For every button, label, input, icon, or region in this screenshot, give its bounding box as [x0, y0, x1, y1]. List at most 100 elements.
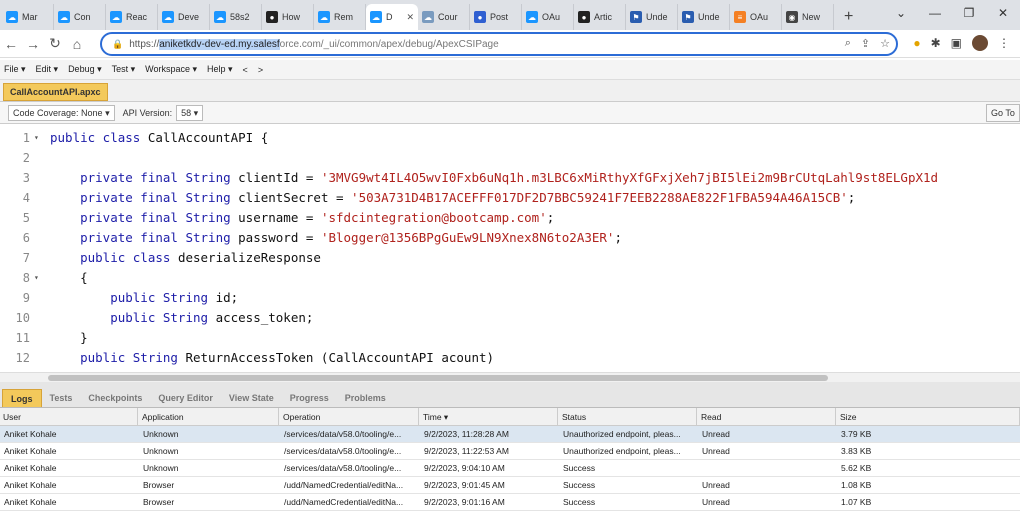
code-token: 'sfdcintegration@bootcamp.com' — [320, 210, 547, 225]
share-icon[interactable]: ⇪ — [861, 37, 870, 50]
code-text: private final String clientId = '3MVG9wt… — [50, 168, 938, 188]
browser-tab[interactable]: ☁ Cour — [418, 4, 470, 30]
bookmark-star-icon[interactable]: ☆ — [880, 37, 890, 50]
reload-icon[interactable]: ↻ — [44, 35, 66, 52]
menu-item[interactable]: Debug ▾ — [68, 64, 102, 75]
panel-tab[interactable]: Checkpoints — [80, 389, 150, 407]
column-header[interactable]: Time ▾ — [420, 408, 558, 426]
table-row[interactable]: Aniket Kohale Unknown/services/data/v58.0… — [0, 460, 1020, 477]
browser-tab[interactable]: ☁ Con — [54, 4, 106, 30]
menu-item[interactable]: File ▾ — [4, 64, 26, 75]
table-cell: Browser — [143, 480, 175, 490]
code-token: '503A731D4B17ACEFFF017DF2D7BBC59241F7EEB… — [351, 190, 848, 205]
panel-tab[interactable]: Progress — [282, 389, 337, 407]
browser-tab[interactable]: ⚑ Unde — [626, 4, 678, 30]
panel-tab[interactable]: Query Editor — [150, 389, 221, 407]
code-coverage-select[interactable]: Code Coverage: None ▾ — [8, 104, 115, 121]
table-row[interactable]: Aniket Kohale Unknown/services/data/v58.0… — [0, 426, 1020, 443]
code-editor[interactable]: 1 ▾ public class CallAccountAPI {2 3 privat… — [0, 124, 1020, 372]
browser-tab[interactable]: ☁ Mar — [2, 4, 54, 30]
browser-tab[interactable]: ● How — [262, 4, 314, 30]
code-line: 1 ▾ public class CallAccountAPI { — [0, 128, 1020, 148]
code-line: 11 } — [0, 328, 1020, 348]
browser-tab[interactable]: ● Post — [470, 4, 522, 30]
extension-bulb-icon[interactable]: ● — [913, 36, 920, 50]
table-cell: /services/data/v58.0/tooling/e... — [284, 463, 402, 473]
code-text: private final String clientSecret = '503… — [50, 188, 855, 208]
forward-icon[interactable]: → — [22, 36, 44, 52]
code-line: 2 — [0, 148, 1020, 168]
code-token: public class — [50, 130, 148, 145]
menu-item[interactable]: Help ▾ — [207, 64, 233, 75]
fold-toggle-icon[interactable]: ▾ — [34, 128, 39, 148]
browser-tab[interactable]: ⚑ Unde — [678, 4, 730, 30]
minimize-button[interactable]: — — [918, 0, 952, 26]
code-text: private final String password = 'Blogger… — [50, 228, 622, 248]
table-cell: Unknown — [143, 446, 179, 456]
api-version-select[interactable]: 58 ▾ — [176, 104, 204, 121]
table-cell: Aniket Kohale — [4, 446, 57, 456]
url-input[interactable]: 🔒 https://aniketkdv-dev-ed.my.salesf orce… — [100, 32, 898, 56]
browser-tab[interactable]: ● Artic — [574, 4, 626, 30]
column-header[interactable]: User — [0, 408, 138, 426]
extensions-puzzle-icon[interactable]: ✱ — [931, 36, 941, 50]
panel-tab[interactable]: Tests — [42, 389, 81, 407]
column-header[interactable]: Status — [559, 408, 697, 426]
browser-tab[interactable]: ☁ Deve — [158, 4, 210, 30]
code-text: public String access_token; — [50, 308, 313, 328]
column-header[interactable]: Read — [698, 408, 836, 426]
panel-tab[interactable]: View State — [221, 389, 282, 407]
file-tab-callaccountapi[interactable]: CallAccountAPI.apxc — [3, 83, 108, 101]
menu-item[interactable]: Edit ▾ — [36, 64, 59, 75]
code-token: ; — [847, 190, 856, 205]
side-panel-icon[interactable]: ▣ — [951, 36, 962, 50]
back-icon[interactable]: ← — [0, 36, 22, 52]
browser-tab[interactable]: ☁ Reac — [106, 4, 158, 30]
line-number: 12 — [15, 351, 30, 365]
code-line: 4 private final String clientSecret = '5… — [0, 188, 1020, 208]
scrollbar-thumb[interactable] — [48, 375, 828, 381]
panel-tab[interactable]: Problems — [337, 389, 394, 407]
table-cell: Success — [563, 497, 596, 507]
table-cell: Success — [563, 463, 596, 473]
table-row[interactable]: Aniket Kohale Browser/udd/NamedCredential… — [0, 477, 1020, 494]
browser-tab[interactable]: ☁ OAu — [522, 4, 574, 30]
line-number: 5 — [22, 211, 30, 225]
code-line: 3 private final String clientId = '3MVG9… — [0, 168, 1020, 188]
column-header[interactable]: Application — [139, 408, 279, 426]
browser-tab-label: Post — [490, 12, 509, 22]
code-text: public String ReturnAccessToken (CallAcc… — [50, 348, 494, 368]
close-window-button[interactable]: ✕ — [986, 0, 1020, 26]
tab-search-icon[interactable]: ⌄ — [884, 0, 918, 26]
close-tab-icon[interactable]: ✕ — [406, 12, 414, 23]
profile-avatar[interactable] — [972, 35, 988, 51]
menu-item[interactable]: Workspace ▾ — [145, 64, 197, 75]
menu-item[interactable]: > — [258, 65, 263, 75]
table-row[interactable]: Aniket Kohale Unknown/services/data/v58.0… — [0, 443, 1020, 460]
menu-item[interactable]: < — [243, 65, 248, 75]
github-icon: ● — [266, 11, 278, 23]
browser-tab[interactable]: ☁ D ✕ — [366, 4, 418, 30]
column-header[interactable]: Size — [837, 408, 1020, 426]
goto-button[interactable]: Go To — [986, 104, 1020, 122]
maximize-button[interactable]: ❐ — [952, 0, 986, 26]
browser-menu-icon[interactable]: ⋮ — [998, 36, 1010, 50]
editor-horizontal-scrollbar[interactable] — [0, 372, 1020, 382]
panel-tab[interactable]: Logs — [2, 389, 42, 407]
browser-tab[interactable]: ☁ 58s2 — [210, 4, 262, 30]
zoom-icon[interactable]: ⌕ — [845, 37, 851, 50]
menu-item[interactable]: Test ▾ — [112, 64, 136, 75]
home-icon[interactable]: ⌂ — [66, 36, 88, 52]
bookmark-icon: ⚑ — [630, 11, 642, 23]
table-cell: Aniket Kohale — [4, 497, 57, 507]
code-token: private final String — [50, 230, 239, 245]
browser-tab[interactable]: ≡ OAu — [730, 4, 782, 30]
new-tab-button[interactable]: + — [834, 4, 863, 30]
table-row[interactable]: Aniket Kohale Browser/udd/NamedCredential… — [0, 494, 1020, 511]
fold-toggle-icon[interactable]: ▾ — [34, 268, 39, 288]
table-cell: Unauthorized endpoint, pleas... — [563, 429, 681, 439]
column-header[interactable]: Operation — [280, 408, 419, 426]
github-icon: ● — [578, 11, 590, 23]
browser-tab[interactable]: ◉ New — [782, 4, 834, 30]
browser-tab[interactable]: ☁ Rem — [314, 4, 366, 30]
